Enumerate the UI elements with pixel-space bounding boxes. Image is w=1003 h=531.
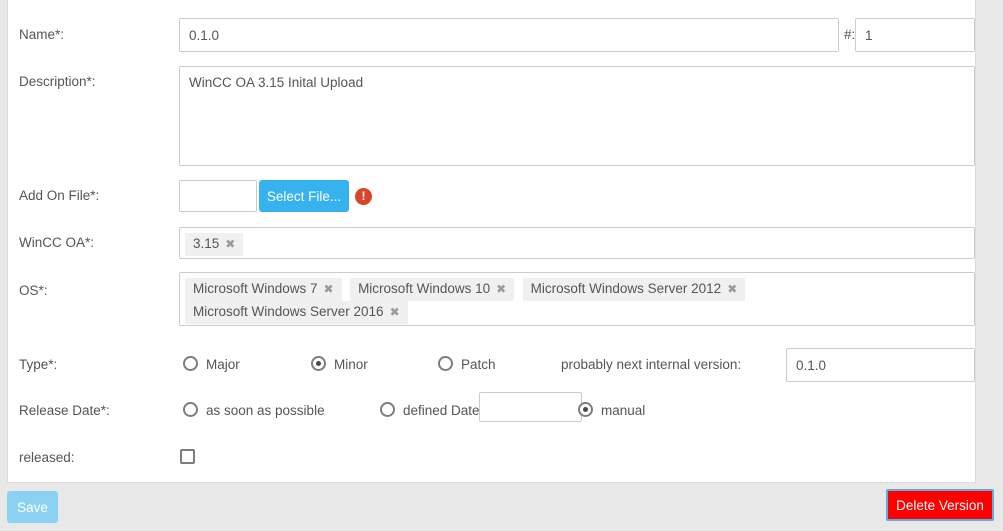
tag-label: 3.15	[193, 236, 220, 251]
radio-release-asap[interactable]	[183, 402, 198, 417]
radio-type-minor[interactable]	[311, 356, 326, 371]
select-file-button[interactable]: Select File...	[259, 180, 349, 212]
tag-item[interactable]: 3.15 ✖	[185, 233, 244, 256]
field-row-release-date: Release Date*: as soon as possible defin…	[8, 392, 975, 426]
os-label: OS*:	[19, 283, 48, 298]
field-row-addon-file: Add On File*: Select File... !	[8, 180, 975, 212]
field-row-wincc-oa: WinCC OA*: 3.15 ✖	[8, 227, 975, 259]
radio-type-minor-label[interactable]: Minor	[334, 357, 368, 372]
release-defined-date-input[interactable]	[479, 392, 582, 422]
error-icon: !	[355, 188, 372, 205]
released-checkbox[interactable]	[180, 449, 195, 464]
description-textarea[interactable]: WinCC OA 3.15 Inital Upload	[179, 66, 975, 166]
wincc-oa-label: WinCC OA*:	[19, 235, 95, 250]
next-internal-version-label: probably next internal version:	[561, 357, 742, 372]
tag-remove-icon[interactable]: ✖	[496, 282, 506, 296]
next-internal-version-input[interactable]	[786, 348, 975, 382]
save-button[interactable]: Save	[7, 491, 58, 523]
tag-label: Microsoft Windows Server 2012	[530, 281, 722, 296]
form-panel: Name*: #: Description*: WinCC OA 3.15 In…	[7, 0, 976, 483]
field-row-name: Name*: #:	[8, 18, 975, 52]
name-input[interactable]	[179, 18, 839, 52]
number-label: #:	[844, 27, 856, 42]
addon-file-input[interactable]	[179, 180, 257, 212]
tag-remove-icon[interactable]: ✖	[324, 282, 334, 296]
tag-item[interactable]: Microsoft Windows 10 ✖	[350, 278, 515, 301]
description-label: Description*:	[19, 74, 96, 89]
tag-remove-icon[interactable]: ✖	[390, 305, 400, 319]
field-row-type: Type*: Major Minor Patch probably next i…	[8, 348, 975, 382]
tag-label: Microsoft Windows Server 2016	[193, 304, 384, 319]
name-label: Name*:	[19, 27, 65, 42]
tag-label: Microsoft Windows 10	[358, 281, 491, 296]
number-input[interactable]	[855, 18, 975, 52]
tag-item[interactable]: Microsoft Windows 7 ✖	[185, 278, 342, 301]
field-row-os: OS*: Microsoft Windows 7 ✖ Microsoft Wind…	[8, 272, 975, 326]
tag-remove-icon[interactable]: ✖	[225, 237, 235, 251]
released-label: released:	[19, 450, 75, 465]
addon-file-label: Add On File*:	[19, 188, 100, 203]
os-tag-field[interactable]: Microsoft Windows 7 ✖ Microsoft Windows 1…	[179, 272, 975, 326]
tag-remove-icon[interactable]: ✖	[727, 282, 737, 296]
release-date-label: Release Date*:	[19, 403, 110, 418]
radio-release-asap-label[interactable]: as soon as possible	[206, 403, 325, 418]
field-row-released: released:	[8, 443, 975, 473]
tag-item[interactable]: Microsoft Windows Server 2016 ✖	[185, 301, 408, 324]
radio-type-patch-label[interactable]: Patch	[461, 357, 496, 372]
field-row-description: Description*: WinCC OA 3.15 Inital Uploa…	[8, 66, 975, 166]
radio-type-patch[interactable]	[438, 356, 453, 371]
tag-item[interactable]: Microsoft Windows Server 2012 ✖	[522, 278, 746, 301]
delete-version-button[interactable]: Delete Version	[886, 489, 994, 521]
radio-type-major-label[interactable]: Major	[206, 357, 240, 372]
radio-release-defined-date-label[interactable]: defined Date	[403, 403, 480, 418]
addon-version-form-window: Name*: #: Description*: WinCC OA 3.15 In…	[0, 0, 1003, 531]
footer-bar: Save	[0, 483, 1003, 531]
radio-release-manual[interactable]	[578, 402, 593, 417]
radio-release-defined-date[interactable]	[380, 402, 395, 417]
radio-type-major[interactable]	[183, 356, 198, 371]
tag-label: Microsoft Windows 7	[193, 281, 318, 296]
wincc-oa-tag-field[interactable]: 3.15 ✖	[179, 227, 975, 259]
type-label: Type*:	[19, 357, 58, 372]
radio-release-manual-label[interactable]: manual	[601, 403, 645, 418]
